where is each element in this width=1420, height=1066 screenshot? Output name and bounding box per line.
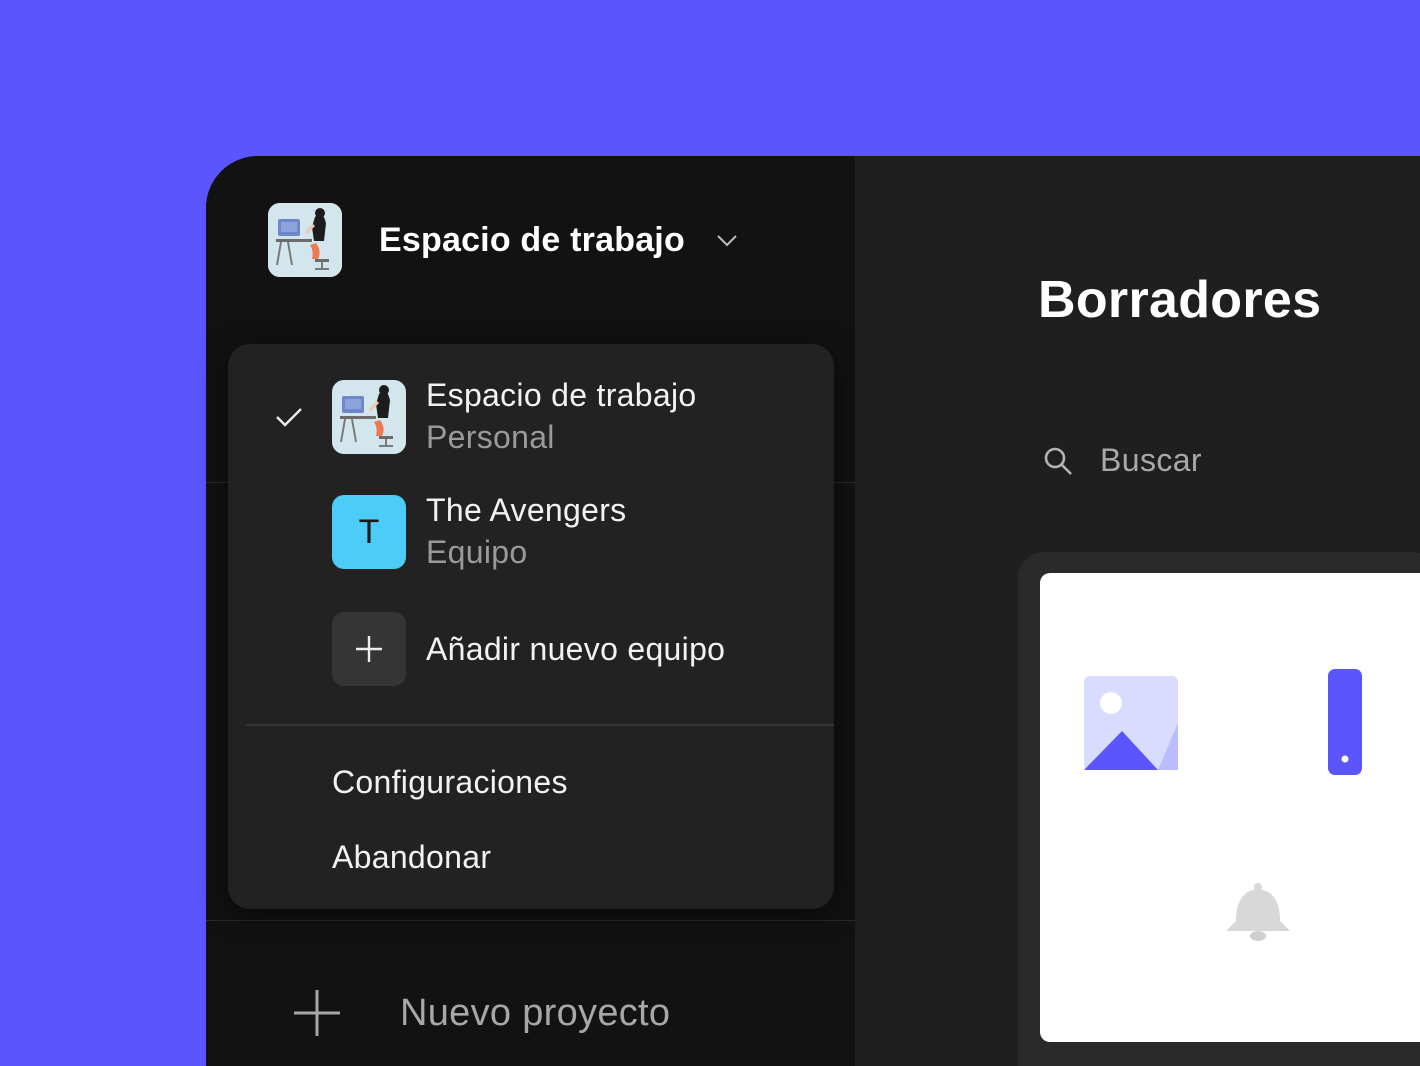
add-team-icon-tile [332,612,406,686]
sidebar-divider [206,920,855,921]
new-project-button[interactable]: Nuevo proyecto [292,988,670,1038]
draft-thumbnail [1084,669,1362,941]
workspace-option-subtitle: Equipo [426,534,528,570]
chevron-down-icon[interactable] [713,226,741,254]
workspace-option-personal[interactable]: Espacio de trabajo Personal [228,377,834,455]
page-title: Borradores [1038,271,1322,329]
new-project-label: Nuevo proyecto [400,991,671,1034]
workspace-option-name: The Avengers [426,492,627,528]
workspace-title: Espacio de trabajo [379,220,685,259]
check-icon [276,408,302,427]
search-placeholder: Buscar [1100,442,1202,478]
settings-menu-item[interactable]: Configuraciones [332,764,568,801]
workspace-switcher[interactable]: Espacio de trabajo [268,203,741,277]
workspace-option-text: Espacio de trabajo Personal [426,374,696,458]
search-icon [1044,447,1072,475]
plus-icon [356,636,382,662]
bell-icon [1226,883,1290,941]
add-team-button[interactable]: Añadir nuevo equipo [228,612,834,686]
workspace-option-team[interactable]: T The Avengers Equipo [228,492,834,570]
team-avatar: T [332,495,406,569]
image-icon [1084,676,1178,770]
workspace-avatar [268,203,342,277]
person-at-desk-illustration [268,203,342,277]
workspace-option-subtitle: Personal [426,419,555,455]
add-team-text: Añadir nuevo equipo [426,628,725,670]
dropdown-divider [246,724,834,726]
leave-menu-item[interactable]: Abandonar [332,839,491,876]
search-field[interactable]: Buscar [1042,442,1202,479]
workspace-option-text: The Avengers Equipo [426,489,626,573]
workspace-option-name: Espacio de trabajo [426,377,697,413]
add-team-label: Añadir nuevo equipo [426,631,726,667]
workspace-dropdown: Espacio de trabajo Personal T The Avenge… [228,344,834,909]
person-at-desk-illustration [332,380,406,454]
gauge-icon [1328,669,1362,775]
workspace-avatar [332,380,406,454]
draft-card[interactable] [1040,573,1420,1042]
plus-icon [294,990,340,1036]
